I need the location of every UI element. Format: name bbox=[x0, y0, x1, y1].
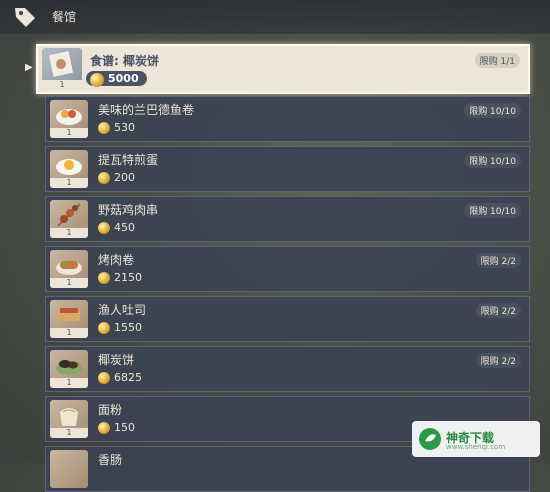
recipe-icon: 1 bbox=[42, 48, 82, 90]
shop-item-recipe[interactable]: 1 食谱: 椰炭饼 5000 限购 1/1 bbox=[36, 44, 530, 94]
item-price: 150 bbox=[114, 421, 135, 434]
item-name: 渔人吐司 bbox=[98, 303, 147, 317]
shop-item[interactable]: 1 渔人吐司 1550 限购 2/2 bbox=[45, 296, 530, 342]
item-name: 椰炭饼 bbox=[98, 353, 135, 367]
selection-arrow-icon: ▶ bbox=[25, 62, 33, 73]
purchase-limit-badge: 限购 10/10 bbox=[464, 103, 521, 118]
shop-title: 餐馆 bbox=[52, 10, 77, 24]
watermark-logo: 神奇下载 www.shenqi.com bbox=[412, 421, 540, 457]
item-price: 450 bbox=[114, 221, 135, 234]
item-name: 食谱: 椰炭饼 bbox=[90, 54, 159, 68]
toast-icon: 1 bbox=[50, 300, 88, 338]
mora-coin-icon bbox=[98, 222, 110, 234]
item-name: 香肠 bbox=[98, 453, 123, 467]
shop-item[interactable]: 1 椰炭饼 6825 限购 2/2 bbox=[45, 346, 530, 392]
item-name: 美味的兰巴德鱼卷 bbox=[98, 103, 195, 117]
shop-item[interactable]: 1 提瓦特煎蛋 200 限购 10/10 bbox=[45, 146, 530, 192]
watermark-subtext: www.shenqi.com bbox=[446, 443, 506, 451]
item-price: 2150 bbox=[114, 271, 142, 284]
item-name: 烤肉卷 bbox=[98, 253, 135, 267]
item-name: 提瓦特煎蛋 bbox=[98, 153, 159, 167]
mora-coin-icon bbox=[98, 372, 110, 384]
meat-roll-icon: 1 bbox=[50, 250, 88, 288]
item-name: 野菇鸡肉串 bbox=[98, 203, 159, 217]
shop-item[interactable]: 1 烤肉卷 2150 限购 2/2 bbox=[45, 246, 530, 292]
fish-roll-icon: 1 bbox=[50, 100, 88, 138]
flour-icon: 1 bbox=[50, 400, 88, 438]
sausage-icon bbox=[50, 450, 88, 488]
header-bar: 餐馆 bbox=[0, 0, 550, 34]
mora-coin-icon bbox=[98, 322, 110, 334]
fried-egg-icon: 1 bbox=[50, 150, 88, 188]
purchase-limit-badge: 限购 2/2 bbox=[475, 353, 521, 368]
cake-icon: 1 bbox=[50, 350, 88, 388]
mora-coin-icon bbox=[98, 272, 110, 284]
mora-coin-icon bbox=[90, 73, 104, 87]
purchase-limit-badge: 限购 10/10 bbox=[464, 203, 521, 218]
purchase-limit-badge: 限购 2/2 bbox=[475, 253, 521, 268]
item-price: 1550 bbox=[114, 321, 142, 334]
mora-coin-icon bbox=[98, 122, 110, 134]
mora-coin-icon bbox=[98, 422, 110, 434]
shop-item[interactable]: 1 美味的兰巴德鱼卷 530 限购 10/10 bbox=[45, 96, 530, 142]
shop-item[interactable]: 1 野菇鸡肉串 450 限购 10/10 bbox=[45, 196, 530, 242]
purchase-limit-badge: 限购 10/10 bbox=[464, 153, 521, 168]
tag-icon bbox=[15, 8, 35, 27]
item-price: 530 bbox=[114, 121, 135, 134]
mora-coin-icon bbox=[98, 172, 110, 184]
leaf-logo-icon bbox=[419, 428, 441, 450]
purchase-limit-badge: 限购 2/2 bbox=[475, 303, 521, 318]
item-price: 200 bbox=[114, 171, 135, 184]
purchase-limit-badge: 限购 1/1 bbox=[474, 53, 520, 68]
item-price: 6825 bbox=[114, 371, 142, 384]
item-name: 面粉 bbox=[98, 403, 123, 417]
skewer-icon: 1 bbox=[50, 200, 88, 238]
